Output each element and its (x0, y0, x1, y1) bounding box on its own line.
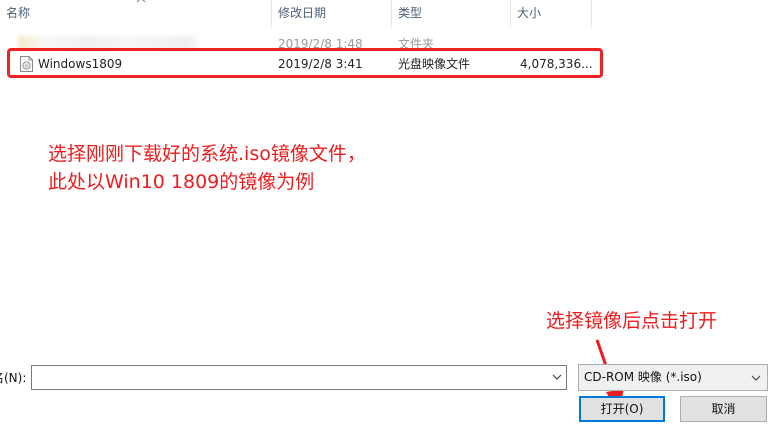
column-name-label: 名称 (6, 6, 31, 20)
column-type-label: 类型 (398, 6, 423, 20)
annotation-click-open: 选择镜像后点击打开 (546, 310, 718, 332)
column-size[interactable]: 大小 (511, 0, 591, 27)
file-type-select[interactable]: CD-ROM 映像 (*.iso) (578, 364, 768, 391)
column-divider[interactable] (591, 0, 592, 27)
column-date[interactable]: 修改日期 (272, 0, 391, 27)
annotation-select-iso: 选择刚刚下载好的系统.iso镜像文件， 此处以Win10 1809的镜像为例 (48, 140, 366, 196)
filename-label: 名(N): (0, 371, 27, 385)
filename-input[interactable] (31, 365, 567, 390)
chevron-down-icon[interactable] (552, 372, 562, 382)
column-header: 名称 修改日期 类型 大小 (0, 0, 783, 27)
chevron-down-icon (751, 375, 761, 381)
column-date-label: 修改日期 (278, 6, 327, 20)
highlight-box (7, 48, 603, 78)
cancel-button[interactable]: 取消 (680, 396, 767, 422)
column-size-label: 大小 (517, 6, 542, 20)
column-type[interactable]: 类型 (392, 0, 510, 27)
sort-ascending-icon (136, 0, 146, 3)
annotation-line-1: 选择刚刚下载好的系统.iso镜像文件， (48, 143, 366, 165)
open-button[interactable]: 打开(O) (579, 396, 665, 422)
file-type-value: CD-ROM 映像 (*.iso) (584, 370, 702, 384)
annotation-line-2: 此处以Win10 1809的镜像为例 (48, 171, 315, 193)
